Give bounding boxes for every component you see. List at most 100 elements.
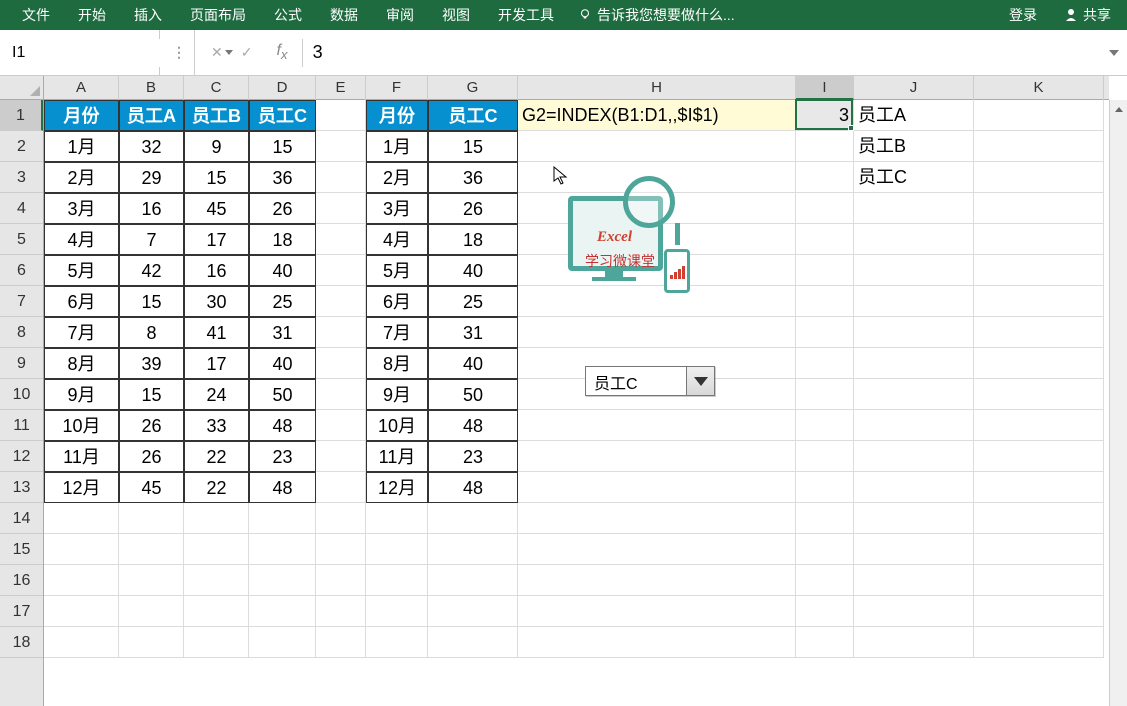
cell-B3[interactable]: 29 [119, 162, 184, 193]
cell-C9[interactable]: 17 [184, 348, 249, 379]
cell-G5[interactable]: 18 [428, 224, 518, 255]
cell-G7[interactable]: 25 [428, 286, 518, 317]
cell-J2[interactable]: 员工B [854, 131, 974, 162]
col-header-C[interactable]: C [184, 76, 249, 100]
cell-F17[interactable] [366, 596, 428, 627]
cell-D17[interactable] [249, 596, 316, 627]
cell-A12[interactable]: 11月 [44, 441, 119, 472]
row-header-14[interactable]: 14 [0, 503, 43, 534]
col-header-D[interactable]: D [249, 76, 316, 100]
cell-G8[interactable]: 31 [428, 317, 518, 348]
cell-C7[interactable]: 30 [184, 286, 249, 317]
cell-I9[interactable] [796, 348, 854, 379]
cell-J6[interactable] [854, 255, 974, 286]
cell-G14[interactable] [428, 503, 518, 534]
cell-F3[interactable]: 2月 [366, 162, 428, 193]
cell-G10[interactable]: 50 [428, 379, 518, 410]
cell-A16[interactable] [44, 565, 119, 596]
cell-E12[interactable] [316, 441, 366, 472]
cell-F6[interactable]: 5月 [366, 255, 428, 286]
cell-K5[interactable] [974, 224, 1104, 255]
cell-A15[interactable] [44, 534, 119, 565]
cell-K1[interactable] [974, 100, 1104, 131]
tab-file[interactable]: 文件 [8, 0, 64, 30]
row-header-11[interactable]: 11 [0, 410, 43, 441]
cell-K16[interactable] [974, 565, 1104, 596]
cell-C12[interactable]: 22 [184, 441, 249, 472]
cell-F7[interactable]: 6月 [366, 286, 428, 317]
row-header-12[interactable]: 12 [0, 441, 43, 472]
cell-J16[interactable] [854, 565, 974, 596]
tab-formulas[interactable]: 公式 [260, 0, 316, 30]
cell-D13[interactable]: 48 [249, 472, 316, 503]
cell-B11[interactable]: 26 [119, 410, 184, 441]
cell-A18[interactable] [44, 627, 119, 658]
cell-J8[interactable] [854, 317, 974, 348]
cell-J10[interactable] [854, 379, 974, 410]
employee-dropdown[interactable]: 员工C [585, 366, 715, 396]
cell-K3[interactable] [974, 162, 1104, 193]
cell-B2[interactable]: 32 [119, 131, 184, 162]
cell-I11[interactable] [796, 410, 854, 441]
login-button[interactable]: 登录 [1001, 1, 1045, 29]
cell-D6[interactable]: 40 [249, 255, 316, 286]
cell-A9[interactable]: 8月 [44, 348, 119, 379]
cell-F4[interactable]: 3月 [366, 193, 428, 224]
cell-D9[interactable]: 40 [249, 348, 316, 379]
cell-F14[interactable] [366, 503, 428, 534]
cell-C10[interactable]: 24 [184, 379, 249, 410]
cell-F16[interactable] [366, 565, 428, 596]
cell-C1[interactable]: 员工B [184, 100, 249, 131]
cell-I4[interactable] [796, 193, 854, 224]
cell-I8[interactable] [796, 317, 854, 348]
cell-A10[interactable]: 9月 [44, 379, 119, 410]
cell-C11[interactable]: 33 [184, 410, 249, 441]
cell-K13[interactable] [974, 472, 1104, 503]
cell-G11[interactable]: 48 [428, 410, 518, 441]
cell-E11[interactable] [316, 410, 366, 441]
cell-G13[interactable]: 48 [428, 472, 518, 503]
cell-H12[interactable] [518, 441, 796, 472]
cell-G3[interactable]: 36 [428, 162, 518, 193]
cell-B8[interactable]: 8 [119, 317, 184, 348]
cell-G9[interactable]: 40 [428, 348, 518, 379]
cell-G2[interactable]: 15 [428, 131, 518, 162]
cell-D4[interactable]: 26 [249, 193, 316, 224]
cell-D8[interactable]: 31 [249, 317, 316, 348]
share-button[interactable]: 共享 [1055, 1, 1119, 29]
cell-A11[interactable]: 10月 [44, 410, 119, 441]
cell-F18[interactable] [366, 627, 428, 658]
cell-K11[interactable] [974, 410, 1104, 441]
cell-J7[interactable] [854, 286, 974, 317]
vertical-scrollbar[interactable] [1109, 100, 1127, 706]
cell-J18[interactable] [854, 627, 974, 658]
cell-H2[interactable] [518, 131, 796, 162]
dropdown-arrow-icon[interactable] [686, 367, 714, 395]
cell-D3[interactable]: 36 [249, 162, 316, 193]
row-header-5[interactable]: 5 [0, 224, 43, 255]
cell-K10[interactable] [974, 379, 1104, 410]
cell-I10[interactable] [796, 379, 854, 410]
cell-D14[interactable] [249, 503, 316, 534]
cell-F2[interactable]: 1月 [366, 131, 428, 162]
enter-icon[interactable]: ✓ [241, 44, 253, 61]
cell-F13[interactable]: 12月 [366, 472, 428, 503]
cancel-icon[interactable]: ✕ [211, 44, 223, 61]
cell-E8[interactable] [316, 317, 366, 348]
col-header-B[interactable]: B [119, 76, 184, 100]
cell-F1[interactable]: 月份 [366, 100, 428, 131]
cell-B1[interactable]: 员工A [119, 100, 184, 131]
cell-C5[interactable]: 17 [184, 224, 249, 255]
cell-B14[interactable] [119, 503, 184, 534]
tab-review[interactable]: 审阅 [372, 0, 428, 30]
cell-I15[interactable] [796, 534, 854, 565]
tab-insert[interactable]: 插入 [120, 0, 176, 30]
row-header-17[interactable]: 17 [0, 596, 43, 627]
cell-H17[interactable] [518, 596, 796, 627]
row-header-4[interactable]: 4 [0, 193, 43, 224]
cell-E4[interactable] [316, 193, 366, 224]
col-header-G[interactable]: G [428, 76, 518, 100]
col-header-I[interactable]: I [796, 76, 854, 100]
cell-H14[interactable] [518, 503, 796, 534]
cell-E13[interactable] [316, 472, 366, 503]
